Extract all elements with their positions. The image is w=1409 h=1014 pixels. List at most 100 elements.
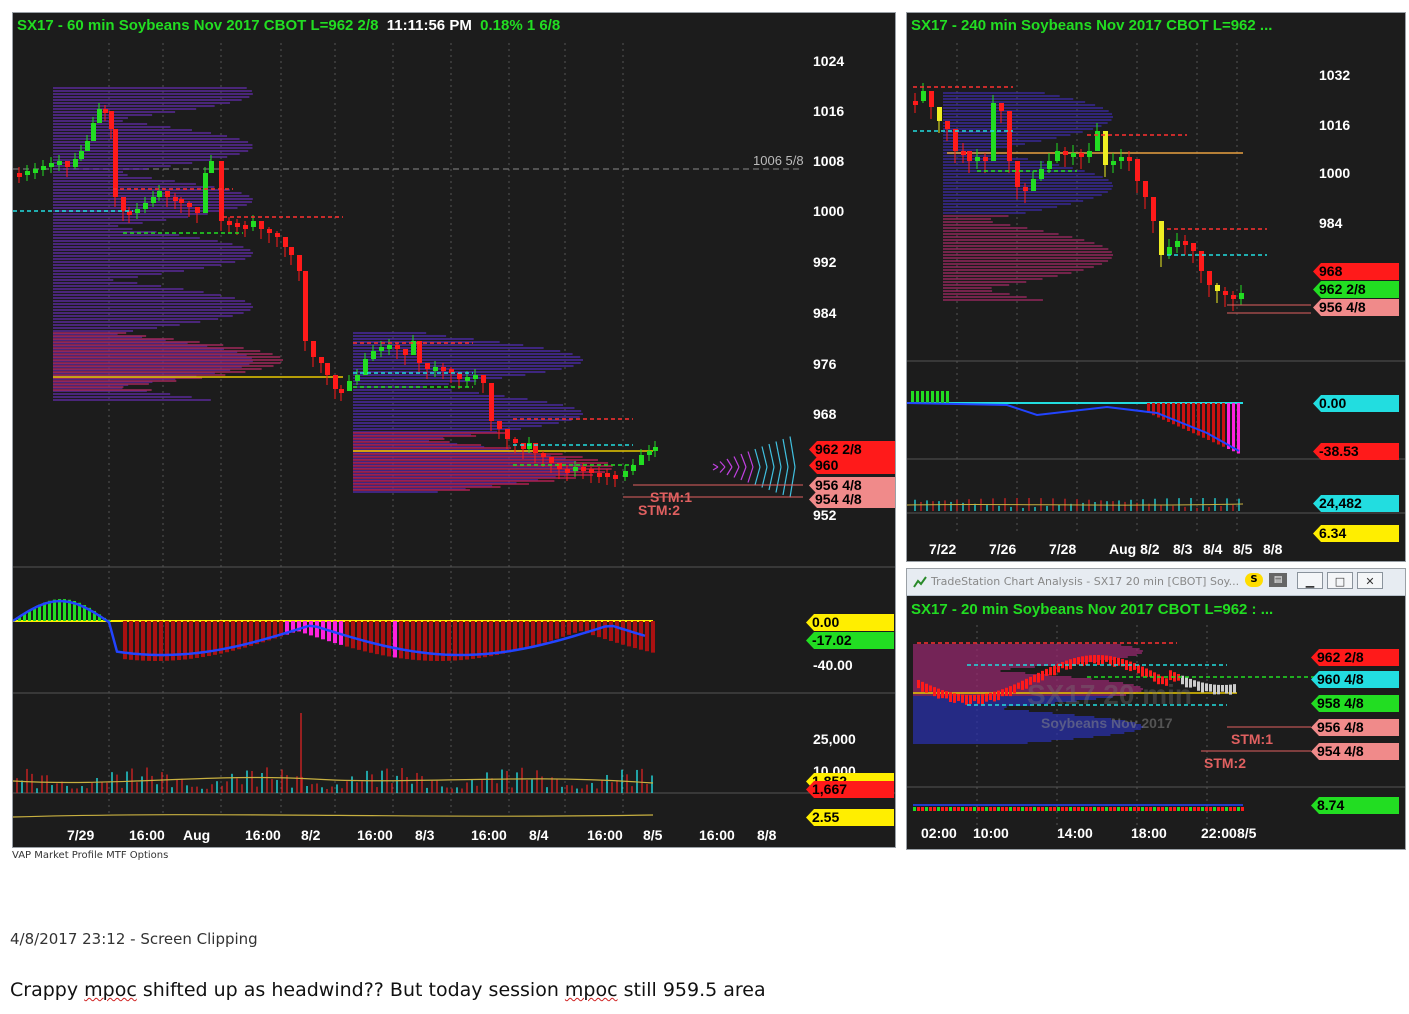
osc-bar	[543, 621, 547, 643]
candle	[605, 473, 610, 477]
osc-bar	[1005, 807, 1008, 811]
chart-60min[interactable]: SX17 - 60 min Soybeans Nov 2017 CBOT L=9…	[12, 12, 896, 848]
candle	[339, 389, 344, 393]
tradestation-logo-icon	[913, 575, 927, 589]
projection-cone	[733, 456, 740, 468]
stm2-label: STM:2	[638, 502, 680, 518]
osc-bar	[965, 807, 968, 811]
projection-cone	[726, 458, 733, 468]
osc-bar	[921, 807, 924, 811]
symbol-link-icon[interactable]: S	[1245, 573, 1263, 587]
osc-bar	[1222, 403, 1225, 447]
osc-bar	[495, 621, 499, 656]
tradestation-window[interactable]: TradeStation Chart Analysis - SX17 20 mi…	[906, 568, 1406, 850]
osc-bar	[1029, 807, 1032, 811]
projection-cone	[789, 436, 796, 468]
workspace-tabs[interactable]: VAP Market Profile MTF Options	[12, 850, 168, 861]
candle	[1049, 667, 1052, 676]
stm1-label: STM:1	[1231, 731, 1273, 747]
candle	[613, 475, 618, 479]
candle	[403, 349, 408, 355]
osc-bar	[921, 391, 924, 403]
osc-bar	[1233, 807, 1236, 811]
osc-bar	[1057, 807, 1060, 811]
price-axis-label-1: 1016	[813, 103, 845, 119]
candle	[1151, 197, 1156, 221]
osc-bar	[375, 621, 379, 655]
osc-bar	[946, 391, 949, 403]
candle	[1009, 686, 1012, 697]
time-label-1: 16:00	[129, 827, 165, 843]
osc-bar	[561, 621, 565, 637]
minimize-button[interactable]: ▁	[1297, 572, 1323, 589]
osc-bar	[926, 391, 929, 403]
candle	[973, 694, 976, 702]
osc-bar	[1232, 403, 1235, 452]
ref-line-label: 1006 5/8	[753, 153, 804, 168]
candle	[953, 129, 958, 151]
candle	[209, 161, 214, 173]
osc-bar	[1157, 403, 1160, 418]
osc-bar	[1037, 807, 1040, 811]
time-label-11: 16:00	[699, 827, 735, 843]
candle	[589, 469, 594, 473]
chart-240min[interactable]: SX17 - 240 min Soybeans Nov 2017 CBOT L=…	[906, 12, 1406, 562]
price-axis-label-2: 1000	[1319, 165, 1351, 181]
candle	[1149, 670, 1152, 677]
candle	[1013, 684, 1016, 694]
osc-bar	[1077, 807, 1080, 811]
time-label-1: 7/26	[989, 541, 1017, 557]
osc-bar	[1105, 807, 1108, 811]
price-axis-label-3: 984	[1319, 215, 1343, 231]
osc-bar	[531, 621, 535, 647]
indicator-line	[13, 814, 654, 818]
candle	[355, 375, 360, 381]
time-label-3: 16:00	[245, 827, 281, 843]
osc-bar	[1157, 807, 1160, 811]
candle	[379, 347, 384, 351]
candle	[1021, 680, 1024, 690]
osc-bar	[579, 621, 583, 632]
candle	[527, 443, 532, 449]
candle	[1215, 285, 1220, 291]
osc-axis-label: -40.00	[813, 657, 853, 673]
osc-bar	[1073, 807, 1076, 811]
candle	[57, 161, 62, 165]
osc-bar	[1085, 807, 1088, 811]
candle	[977, 694, 980, 704]
candle	[49, 163, 54, 167]
candle	[387, 345, 392, 349]
candle	[1071, 153, 1076, 157]
osc-bar	[1162, 403, 1165, 420]
time-label-6: 8/3	[415, 827, 435, 843]
candle	[41, 166, 46, 170]
projection-cone	[733, 466, 740, 478]
maximize-button[interactable]: □	[1327, 572, 1353, 589]
osc-bar	[393, 621, 397, 658]
osc-bar	[1161, 807, 1164, 811]
menu-icon[interactable]: ▤	[1269, 573, 1287, 587]
candle	[91, 123, 96, 141]
osc-bar	[913, 807, 916, 811]
osc-bar	[357, 621, 361, 650]
osc-bar	[1213, 807, 1216, 811]
osc-bar	[573, 621, 577, 633]
candle	[1015, 161, 1020, 187]
candle	[1135, 159, 1140, 181]
osc-bar	[1117, 807, 1120, 811]
candle	[1137, 664, 1140, 674]
price-chart-canvas[interactable]	[13, 13, 895, 847]
candle	[1205, 683, 1208, 692]
osc-bar	[1113, 807, 1116, 811]
osc-bar	[1237, 403, 1240, 454]
candle	[417, 341, 422, 363]
candle	[597, 473, 602, 477]
close-button[interactable]: ✕	[1357, 572, 1383, 589]
osc-bar	[483, 621, 487, 658]
window-titlebar[interactable]: TradeStation Chart Analysis - SX17 20 mi…	[907, 569, 1405, 596]
price-axis-label-7: 968	[813, 406, 837, 422]
candle	[925, 683, 928, 693]
osc-bar	[411, 621, 415, 660]
candle	[1127, 157, 1132, 161]
time-label-7: 8/8	[1263, 541, 1283, 557]
